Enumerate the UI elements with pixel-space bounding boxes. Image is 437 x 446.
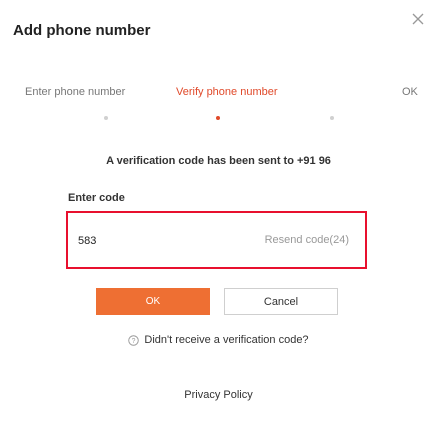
ok-button[interactable]: OK [96, 288, 210, 315]
step-dot-ok [330, 116, 334, 120]
dialog-title: Add phone number [13, 22, 151, 39]
no-code-help-link[interactable]: Didn't receive a verification code? [144, 334, 308, 346]
privacy-policy-row: Privacy Policy [0, 389, 437, 401]
add-phone-dialog: Add phone number Enter phone number Veri… [0, 0, 437, 446]
step-label-ok: OK [402, 86, 418, 98]
privacy-policy-link[interactable]: Privacy Policy [184, 389, 252, 401]
step-dot-verify-phone [216, 116, 220, 120]
help-circle-icon: ? [128, 334, 140, 346]
step-label-verify-phone: Verify phone number [176, 86, 278, 98]
verification-sent-text: A verification code has been sent to +91… [106, 155, 331, 167]
code-input-box: Resend code(24) [66, 211, 367, 269]
help-row: ? Didn't receive a verification code? [0, 334, 437, 346]
progress-steps: Enter phone number Verify phone number O… [0, 86, 437, 126]
close-icon[interactable] [411, 12, 425, 26]
resend-code-link[interactable]: Resend code(24) [265, 234, 349, 246]
svg-text:?: ? [132, 337, 136, 344]
code-input[interactable] [78, 232, 228, 250]
cancel-button[interactable]: Cancel [224, 288, 338, 315]
enter-code-label: Enter code [68, 192, 125, 204]
step-dot-enter-phone [104, 116, 108, 120]
step-label-enter-phone: Enter phone number [25, 86, 126, 98]
